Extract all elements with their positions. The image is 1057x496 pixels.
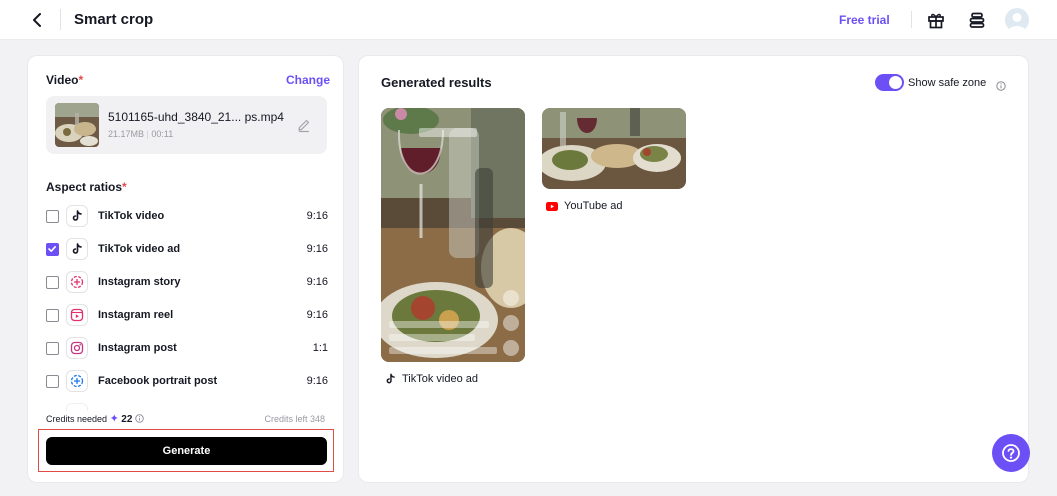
aspect-ratios-label: Aspect ratios* (46, 180, 127, 194)
settings-panel: Video* Change 5101165-uhd_3840_21... ps.… (27, 55, 344, 483)
gift-icon[interactable] (925, 9, 947, 31)
video-file-meta: 21.17MB | 00:11 (108, 129, 174, 139)
result-label-tiktok: TikTok video ad (385, 372, 478, 386)
top-bar: Smart crop Free trial (0, 0, 1057, 40)
back-arrow-icon[interactable] (28, 10, 46, 30)
edit-icon[interactable] (296, 117, 312, 133)
ratio-option-value: 9:16 (306, 210, 328, 222)
ratio-option-instagram-story[interactable]: Instagram story 9:16 (46, 271, 328, 295)
ratio-option-label: TikTok video (98, 210, 165, 222)
ratio-option-label: Instagram story (98, 276, 181, 288)
checkbox-checked[interactable] (46, 243, 59, 256)
header-divider (60, 9, 61, 30)
ratio-option-value: 9:16 (306, 276, 328, 288)
credits-left: Credits left 348 (264, 414, 325, 424)
info-icon[interactable] (135, 413, 144, 426)
results-panel: Generated results Show safe zone TikTok … (358, 55, 1029, 483)
free-trial-link[interactable]: Free trial (839, 12, 890, 28)
checkbox[interactable] (46, 309, 59, 322)
credits-needed: Credits needed ✦ 22 (46, 413, 144, 426)
video-file-card[interactable]: 5101165-uhd_3840_21... ps.mp4 21.17MB | … (46, 96, 327, 154)
instagram-icon (66, 337, 88, 359)
facebook-story-icon (66, 370, 88, 392)
ratio-option-facebook-portrait-post[interactable]: Facebook portrait post 9:16 (46, 370, 328, 394)
result-preview-youtube-ad[interactable] (542, 108, 686, 189)
ratio-option-value: 9:16 (306, 309, 328, 321)
ratio-option-label: TikTok video ad (98, 243, 181, 255)
page-title: Smart crop (74, 11, 154, 28)
tiktok-icon (66, 238, 88, 260)
header-divider (911, 11, 912, 28)
result-label-text: TikTok video ad (402, 373, 479, 385)
generate-button[interactable]: Generate (46, 437, 327, 465)
ratio-option-tiktok-video-ad[interactable]: TikTok video ad 9:16 (46, 238, 328, 262)
tiktok-icon (385, 373, 396, 385)
result-label-text: YouTube ad (564, 200, 623, 212)
ratio-option-tiktok-video[interactable]: TikTok video 9:16 (46, 205, 328, 229)
checkbox[interactable] (46, 342, 59, 355)
facebook-icon (66, 403, 88, 411)
ratio-option-label: Facebook portrait post (98, 375, 218, 387)
ratio-option-value: 9:16 (306, 375, 328, 387)
change-video-link[interactable]: Change (286, 72, 330, 88)
help-button[interactable] (992, 434, 1030, 472)
tiktok-icon (66, 205, 88, 227)
safe-zone-toggle[interactable] (875, 74, 904, 91)
sparkle-icon: ✦ (109, 413, 119, 425)
stack-icon[interactable] (966, 9, 988, 31)
instagram-story-icon (66, 271, 88, 293)
video-section-label: Video* (46, 73, 84, 87)
toggle-knob (889, 76, 902, 89)
ratio-option-value: 9:16 (306, 243, 328, 255)
info-icon[interactable] (996, 78, 1006, 91)
checkbox[interactable] (46, 375, 59, 388)
ratio-option-value: 1:1 (312, 342, 328, 354)
video-thumbnail (55, 103, 99, 147)
ratio-option-label: Instagram post (98, 342, 177, 354)
safe-zone-label: Show safe zone (908, 77, 987, 89)
ratio-option-instagram-post[interactable]: Instagram post 1:1 (46, 337, 328, 361)
video-file-name: 5101165-uhd_3840_21... ps.mp4 (108, 110, 284, 124)
instagram-reel-icon (66, 304, 88, 326)
ratio-option-label: Instagram reel (98, 309, 174, 321)
results-title: Generated results (381, 75, 492, 90)
question-icon (1001, 443, 1021, 463)
result-label-youtube: YouTube ad (546, 199, 623, 213)
user-avatar[interactable] (1005, 8, 1029, 32)
ratio-option-instagram-reel[interactable]: Instagram reel 9:16 (46, 304, 328, 328)
ratio-option-partial (46, 403, 328, 411)
checkbox[interactable] (46, 276, 59, 289)
youtube-icon (546, 201, 558, 211)
result-preview-tiktok-video-ad[interactable] (381, 108, 525, 362)
checkbox[interactable] (46, 210, 59, 223)
